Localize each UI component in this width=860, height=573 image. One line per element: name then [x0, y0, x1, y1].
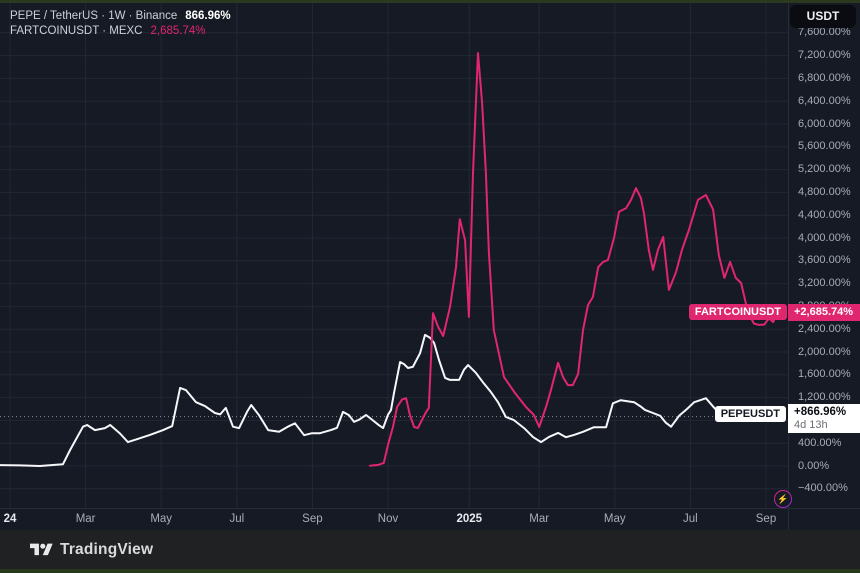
time-tick-label: Sep [302, 509, 322, 530]
pepe-series-label[interactable]: PEPEUSDT [715, 406, 786, 422]
chart-region: 7,600.00%7,200.00%6,800.00%6,400.00%6,00… [0, 3, 860, 530]
legend-fartcoin-title: FARTCOINUSDT · MEXC [10, 25, 142, 37]
price-axis[interactable]: 7,600.00%7,200.00%6,800.00%6,400.00%6,00… [788, 3, 860, 509]
price-tick-label: 4,800.00% [798, 185, 851, 200]
tradingview-logo-icon[interactable] [30, 541, 53, 559]
price-tick-label: 1,600.00% [798, 367, 851, 382]
price-tick-label: 400.00% [798, 436, 841, 451]
price-tick-label: 3,200.00% [798, 276, 851, 291]
chart-series-lines [0, 53, 777, 466]
time-axis[interactable]: 24 Mar May Jul Sep Nov 2025 Mar May Jul Sep [0, 508, 860, 530]
price-tick-label: 0.00% [798, 459, 829, 474]
pepe-axis-price-label: +866.96% 4d 13h [788, 404, 860, 433]
time-tick-label: Mar [76, 509, 96, 530]
time-tick-label: Jul [683, 509, 698, 530]
chart-legend: PEPE / TetherUS · 1W · Binance 866.96% F… [10, 8, 231, 38]
tradingview-wordmark[interactable]: TradingView [60, 541, 153, 559]
price-tick-label: 6,400.00% [798, 94, 851, 109]
time-tick-label: 24 [4, 509, 17, 530]
price-tick-label: 4,400.00% [798, 208, 851, 223]
price-tick-label: 6,000.00% [798, 117, 851, 132]
legend-pepe-value: 866.96% [185, 10, 230, 22]
bottom-toolbar: TradingView [0, 530, 860, 569]
price-tick-label: 3,600.00% [798, 253, 851, 268]
legend-row-pepe[interactable]: PEPE / TetherUS · 1W · Binance 866.96% [10, 8, 231, 23]
pepeusdt-line-series[interactable] [0, 335, 770, 466]
lightning-boost-icon[interactable]: ⚡ [774, 490, 792, 508]
legend-fartcoin-value: 2,685.74% [150, 25, 205, 37]
pepe-bar-countdown: 4d 13h [794, 419, 860, 432]
time-tick-label: Nov [378, 509, 398, 530]
price-tick-label: 7,200.00% [798, 48, 851, 63]
time-tick-label: Mar [529, 509, 549, 530]
price-tick-label: 2,000.00% [798, 345, 851, 360]
time-tick-label: May [150, 509, 172, 530]
price-chart-canvas[interactable] [0, 3, 860, 530]
currency-unit-button[interactable]: USDT [790, 5, 856, 28]
price-tick-label: 5,200.00% [798, 162, 851, 177]
tradingview-window: 7,600.00%7,200.00%6,800.00%6,400.00%6,00… [0, 0, 860, 573]
price-tick-label: 1,200.00% [798, 390, 851, 405]
fartcoin-series-label[interactable]: FARTCOINUSDT [689, 304, 787, 320]
window-bottom-edge [0, 569, 860, 573]
price-tick-label: 6,800.00% [798, 71, 851, 86]
fartcoin-axis-price-label: +2,685.74% [788, 304, 860, 321]
time-tick-label: Jul [229, 509, 244, 530]
price-tick-label: 5,600.00% [798, 139, 851, 154]
price-tick-label: 4,000.00% [798, 231, 851, 246]
fartcoinusdt-line-series[interactable] [370, 53, 777, 466]
pepe-axis-price-value: +866.96% [794, 405, 860, 419]
price-tick-label: −400.00% [798, 481, 848, 496]
time-tick-label: 2025 [456, 509, 482, 530]
legend-row-fartcoin[interactable]: FARTCOINUSDT · MEXC 2,685.74% [10, 23, 231, 38]
time-tick-label: May [604, 509, 626, 530]
legend-pepe-title: PEPE / TetherUS · 1W · Binance [10, 10, 177, 22]
price-tick-label: 2,400.00% [798, 322, 851, 337]
time-tick-label: Sep [756, 509, 776, 530]
